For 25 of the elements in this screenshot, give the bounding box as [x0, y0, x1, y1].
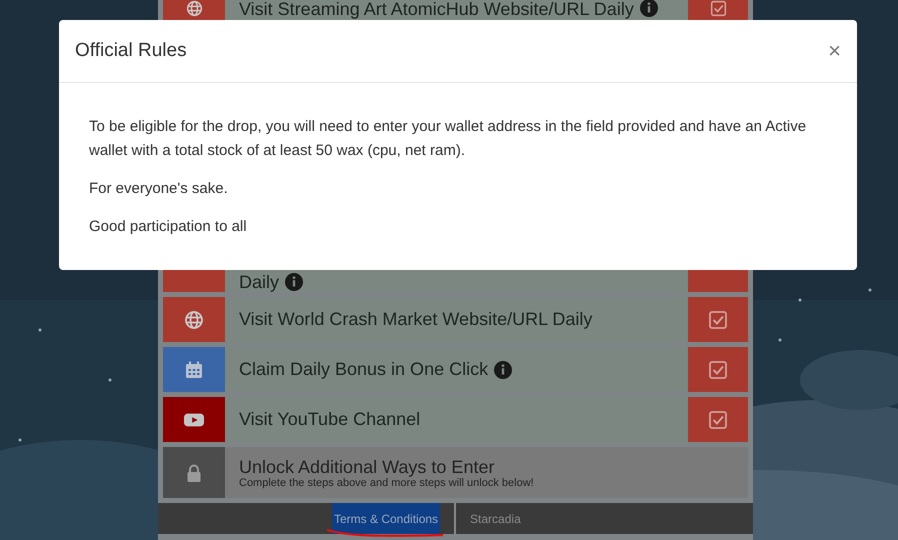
- dialog-title: Official Rules: [75, 40, 187, 62]
- entry-method-label[interactable]: Claim Daily Bonus in One Click: [239, 359, 488, 380]
- footer-link[interactable]: Starcadia: [454, 503, 535, 534]
- completion-cell[interactable]: [688, 397, 748, 442]
- entry-method-label[interactable]: Daily: [239, 273, 280, 291]
- checkbox-icon: [708, 310, 728, 330]
- close-button[interactable]: ×: [828, 38, 841, 64]
- rules-paragraph: Good participation to all: [89, 217, 248, 237]
- rules-paragraph: To be eligible for the drop, you will need to enter your wallet address in the field provided and have an Active wallet with a total stock of at least 50 wax (cpu, net ram).: [89, 117, 808, 161]
- info-icon[interactable]: [285, 273, 304, 291]
- footer-link[interactable]: Terms & Conditions: [332, 503, 440, 534]
- info-icon[interactable]: [494, 360, 512, 378]
- completion-cell[interactable]: [688, 347, 748, 392]
- completion-cell[interactable]: [688, 297, 748, 342]
- checkbox-icon: [708, 360, 728, 380]
- entry-method-label[interactable]: Visit YouTube Channel: [239, 409, 420, 430]
- calendar-icon: [184, 360, 204, 380]
- checkbox-icon: [708, 410, 728, 430]
- rules-paragraph: For everyone's sake.: [89, 179, 229, 199]
- globe-icon: [184, 310, 204, 330]
- unlock-subtitle: Complete the steps above and more steps will unlock below!: [239, 476, 535, 488]
- checkbox-icon: [710, 0, 726, 17]
- unlock-title: Unlock Additional Ways to Enter: [239, 456, 496, 476]
- globe-icon: [186, 0, 202, 17]
- info-icon[interactable]: [640, 0, 658, 17]
